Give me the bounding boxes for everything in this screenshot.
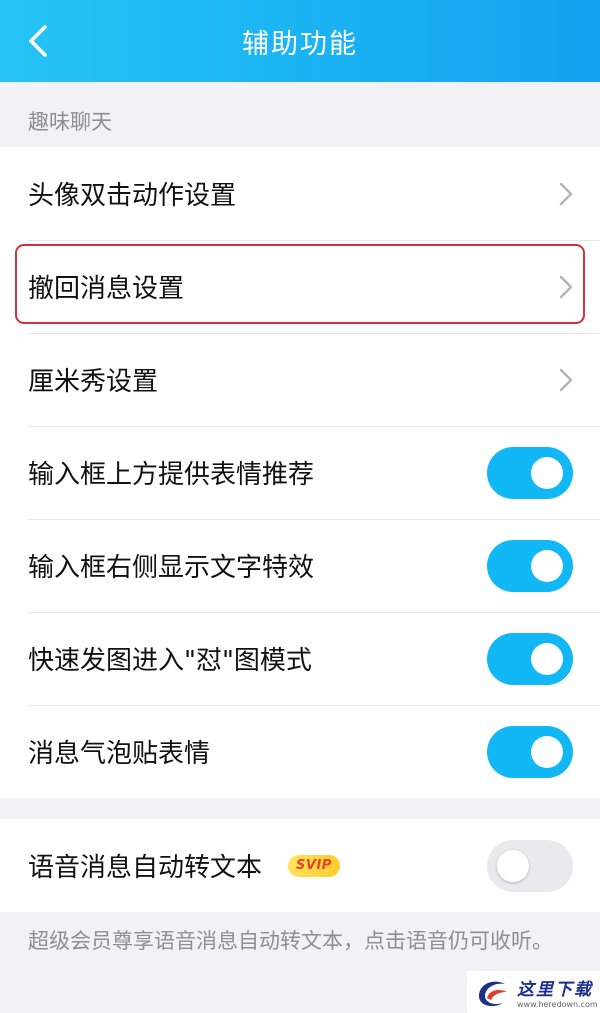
chevron-right-icon xyxy=(559,275,573,298)
nav-row-cmshow[interactable]: 厘米秀设置 xyxy=(0,333,600,426)
toggle-row-emoji-recommend: 输入框上方提供表情推荐 xyxy=(0,426,600,519)
bubble-sticker-toggle[interactable] xyxy=(487,725,573,778)
row-label: 撤回消息设置 xyxy=(28,274,185,304)
toggle-row-quick-image-mode: 快速发图进入"怼"图模式 xyxy=(0,612,600,705)
chevron-right-icon xyxy=(559,182,573,205)
chevron-left-icon xyxy=(29,25,47,57)
watermark: 这里下载 www.heredown.com xyxy=(467,971,600,1013)
back-button[interactable] xyxy=(18,21,58,61)
toggle-row-voice-to-text: 语音消息自动转文本 SVIP xyxy=(0,819,600,912)
toggle-knob xyxy=(531,642,563,675)
row-label: 输入框上方提供表情推荐 xyxy=(28,460,315,490)
settings-group-voice: 语音消息自动转文本 SVIP xyxy=(0,819,600,912)
header-bar: 辅助功能 xyxy=(0,0,600,82)
row-label: 头像双击动作设置 xyxy=(28,181,237,211)
watermark-name: 这里下载 xyxy=(517,980,593,1000)
row-label: 快速发图进入"怼"图模式 xyxy=(28,646,312,676)
row-label: 厘米秀设置 xyxy=(28,367,159,397)
quick-image-mode-toggle[interactable] xyxy=(487,632,573,685)
row-label: 语音消息自动转文本 xyxy=(28,853,263,883)
page-title: 辅助功能 xyxy=(242,28,358,60)
settings-group-fun-chat: 头像双击动作设置 撤回消息设置 厘米秀设置 输入框上方提供表情推荐 输入框右侧显… xyxy=(0,147,600,798)
row-label: 输入框右侧显示文字特效 xyxy=(28,553,315,583)
section-label: 趣味聊天 xyxy=(28,110,112,134)
toggle-knob xyxy=(531,456,563,489)
toggle-knob xyxy=(531,549,563,582)
footer-note: 超级会员尊享语音消息自动转文本，点击语音仍可收听。 xyxy=(28,929,553,953)
toggle-row-text-effects: 输入框右侧显示文字特效 xyxy=(0,519,600,612)
watermark-logo-icon xyxy=(479,981,507,1007)
chevron-right-icon xyxy=(559,368,573,391)
nav-row-avatar-double-tap[interactable]: 头像双击动作设置 xyxy=(0,147,600,240)
row-label: 消息气泡贴表情 xyxy=(28,739,211,769)
svip-badge: SVIP xyxy=(288,854,340,877)
watermark-url: www.heredown.com xyxy=(517,1000,598,1009)
toggle-knob xyxy=(497,849,529,882)
text-effects-toggle[interactable] xyxy=(487,539,573,592)
nav-row-recall-message[interactable]: 撤回消息设置 xyxy=(0,240,600,333)
emoji-recommend-toggle[interactable] xyxy=(487,446,573,499)
toggle-knob xyxy=(531,735,563,768)
voice-to-text-toggle[interactable] xyxy=(487,839,573,892)
toggle-row-bubble-sticker: 消息气泡贴表情 xyxy=(0,705,600,798)
